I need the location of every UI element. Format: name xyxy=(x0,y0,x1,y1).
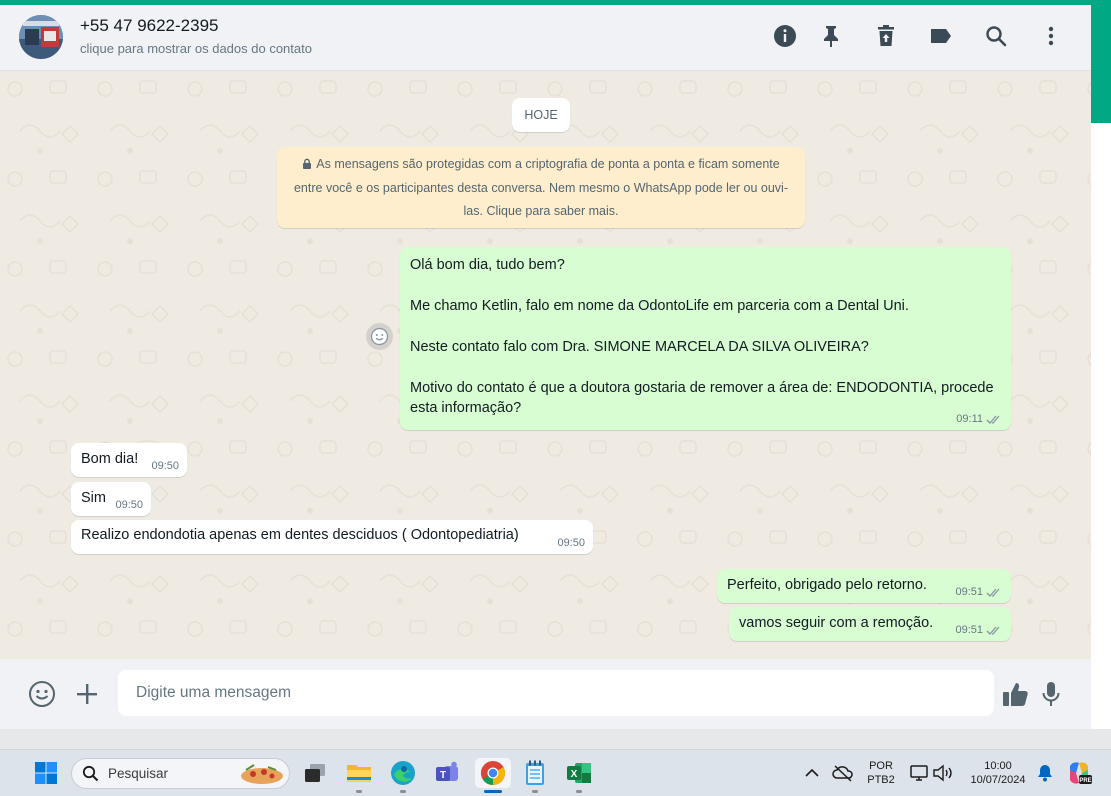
contact-name[interactable]: +55 47 9622-2395 xyxy=(80,16,219,36)
react-emoji-icon[interactable] xyxy=(366,323,393,350)
svg-text:PRE: PRE xyxy=(1079,778,1091,784)
running-indicator xyxy=(532,790,538,793)
message-time-block: 09:51 xyxy=(955,586,1003,598)
chat-header[interactable]: +55 47 9622-2395 clique para mostrar os … xyxy=(0,5,1091,71)
info-icon[interactable] xyxy=(772,23,798,49)
teams-icon[interactable]: T xyxy=(432,758,462,788)
date-chip: HOJE xyxy=(512,98,570,132)
read-ticks-icon xyxy=(986,414,1003,425)
message-time-block: 09:51 xyxy=(955,624,1003,636)
label-icon[interactable] xyxy=(928,23,954,49)
taskbar-search-placeholder: Pesquisar xyxy=(108,766,169,781)
message-time: 09:51 xyxy=(955,624,983,636)
sticker-like-icon[interactable] xyxy=(1001,679,1031,709)
encryption-notice-text: As mensagens são protegidas com a cripto… xyxy=(293,157,788,218)
delete-icon[interactable] xyxy=(873,23,899,49)
windows-taskbar: Pesquisar T X POR PTB2 10:00 10/07/2024 … xyxy=(0,749,1111,796)
running-indicator xyxy=(356,790,362,793)
message-text: Bom dia! xyxy=(81,451,139,467)
message-time: 09:50 xyxy=(115,499,143,511)
chat-area[interactable]: HOJE As mensagens são protegidas com a c… xyxy=(0,71,1091,659)
search-icon[interactable] xyxy=(983,23,1009,49)
message-incoming[interactable]: Sim 09:50 xyxy=(71,482,151,516)
svg-text:X: X xyxy=(571,769,578,780)
avatar[interactable] xyxy=(19,15,63,59)
message-line: Motivo do contato é que a doutora gostar… xyxy=(410,380,994,416)
message-time: 09:50 xyxy=(151,460,179,472)
onedrive-offline-icon[interactable] xyxy=(828,758,858,788)
clock-time: 10:00 xyxy=(984,760,1012,772)
language-indicator[interactable]: POR PTB2 xyxy=(864,759,898,787)
attach-plus-icon[interactable] xyxy=(72,679,102,709)
message-outgoing[interactable]: vamos seguir com a remoção. 09:51 xyxy=(729,607,1011,641)
taskbar-search[interactable]: Pesquisar xyxy=(71,758,290,789)
page-scrollbar-thumb[interactable] xyxy=(1091,5,1111,123)
whatsapp-app: +55 47 9622-2395 clique para mostrar os … xyxy=(0,5,1091,729)
notepad-icon[interactable] xyxy=(520,758,550,788)
volume-icon[interactable] xyxy=(928,758,958,788)
composer-bar xyxy=(0,659,1091,729)
menu-icon[interactable] xyxy=(1038,23,1064,49)
excel-icon[interactable]: X xyxy=(564,758,594,788)
message-time: 09:11 xyxy=(956,413,983,425)
task-view-icon[interactable] xyxy=(300,758,330,788)
lock-icon xyxy=(302,154,312,177)
active-indicator xyxy=(484,790,502,793)
message-outgoing[interactable]: Perfeito, obrigado pelo retorno. 09:51 xyxy=(717,569,1011,603)
message-line: Neste contato falo com Dra. SIMONE MARCE… xyxy=(410,339,869,355)
emoji-icon[interactable] xyxy=(27,679,57,709)
svg-text:T: T xyxy=(440,770,446,781)
windows-start-icon[interactable] xyxy=(31,758,61,788)
message-input[interactable] xyxy=(118,670,994,716)
pin-icon[interactable] xyxy=(818,23,844,49)
message-text: Sim xyxy=(81,490,106,506)
keyboard-layout: PTB2 xyxy=(867,774,895,786)
encryption-notice[interactable]: As mensagens são protegidas com a cripto… xyxy=(277,147,805,228)
message-time: 09:51 xyxy=(955,586,983,598)
message-time-block: 09:11 xyxy=(956,413,1003,425)
contact-subtitle[interactable]: clique para mostrar os dados do contato xyxy=(80,41,312,56)
read-ticks-icon xyxy=(986,625,1003,636)
edge-icon[interactable] xyxy=(388,758,418,788)
message-text: Perfeito, obrigado pelo retorno. xyxy=(727,577,927,593)
message-time: 09:50 xyxy=(557,537,585,549)
file-explorer-icon[interactable] xyxy=(344,758,374,788)
running-indicator xyxy=(576,790,582,793)
search-icon xyxy=(82,765,99,787)
notification-bell-icon[interactable] xyxy=(1030,758,1060,788)
chevron-up-icon[interactable] xyxy=(797,758,827,788)
search-highlight-icon xyxy=(238,762,286,791)
read-ticks-icon xyxy=(986,587,1003,598)
microphone-icon[interactable] xyxy=(1036,679,1066,709)
message-text: Realizo endondotia apenas em dentes desc… xyxy=(81,527,519,543)
message-incoming[interactable]: Realizo endondotia apenas em dentes desc… xyxy=(71,520,593,554)
message-incoming[interactable]: Bom dia! 09:50 xyxy=(71,443,187,477)
language-code: POR xyxy=(869,760,893,772)
clock-date: 10/07/2024 xyxy=(970,774,1026,786)
chrome-icon[interactable] xyxy=(475,758,511,788)
message-outgoing[interactable]: Olá bom dia, tudo bem? Me chamo Ketlin, … xyxy=(400,247,1011,430)
message-line: Olá bom dia, tudo bem? xyxy=(410,257,565,273)
clock[interactable]: 10:00 10/07/2024 xyxy=(960,759,1036,787)
message-line: Me chamo Ketlin, falo em nome da OdontoL… xyxy=(410,298,909,314)
message-text: vamos seguir com a remoção. xyxy=(739,615,934,631)
copilot-icon[interactable]: PRE xyxy=(1064,758,1094,788)
running-indicator xyxy=(400,790,406,793)
